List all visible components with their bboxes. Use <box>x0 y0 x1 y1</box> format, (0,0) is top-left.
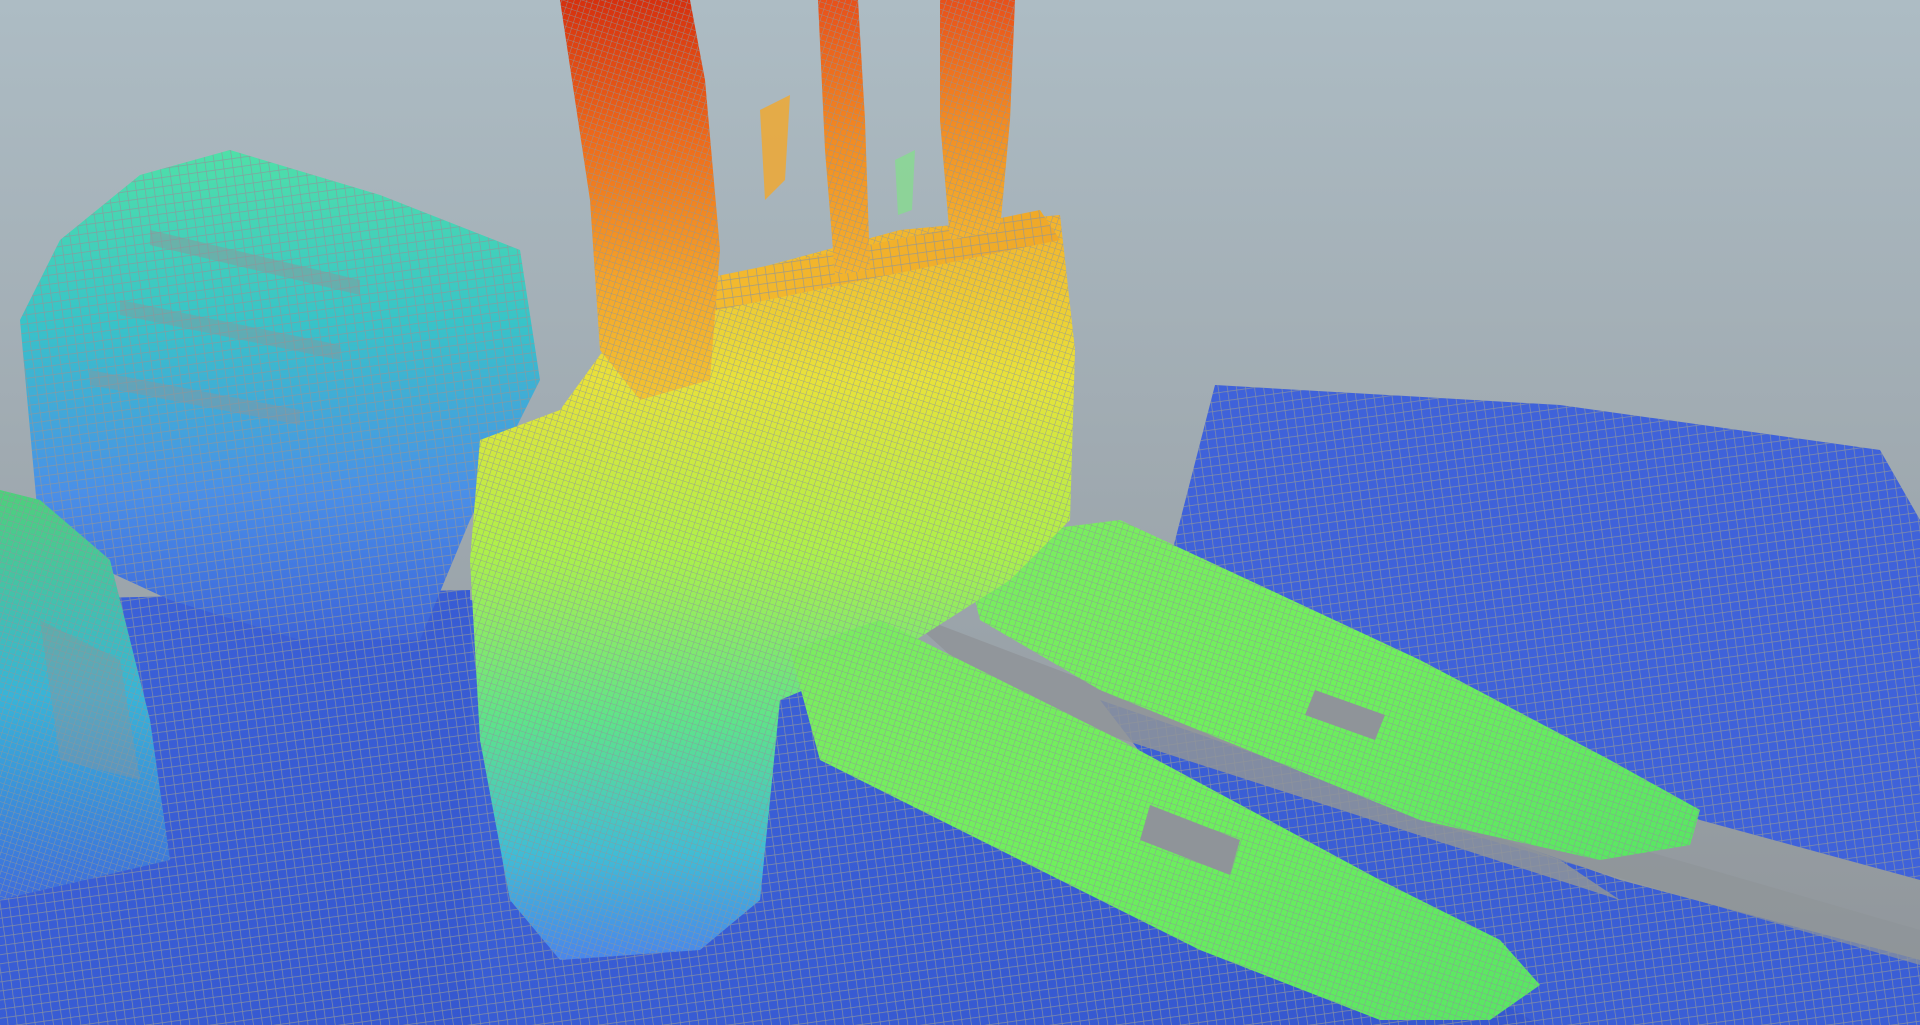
point-cloud-viewport[interactable] <box>0 0 1920 1025</box>
point-cloud-scene[interactable] <box>0 0 1920 1025</box>
